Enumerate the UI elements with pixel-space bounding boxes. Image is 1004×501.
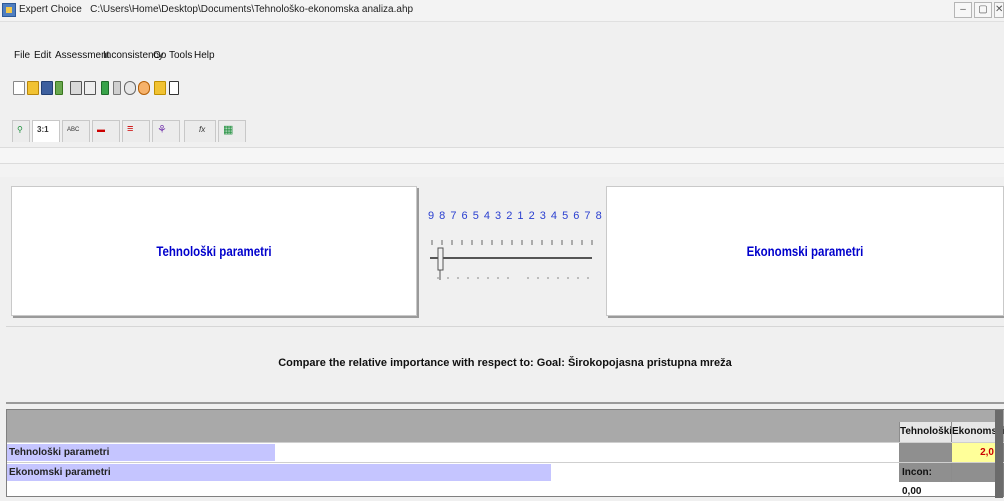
menu-assessment[interactable]: Assessment bbox=[55, 50, 109, 61]
menu-help[interactable]: Help bbox=[194, 50, 215, 61]
menu-bar: File Edit Assessment Inconsistency Go To… bbox=[0, 47, 1004, 67]
graphical-icon: ▬ bbox=[97, 125, 105, 134]
tab-bars[interactable]: ≡ bbox=[122, 120, 150, 142]
comparison-question: Compare the relative importance with res… bbox=[6, 357, 1004, 369]
tab-graphical[interactable]: ▬ bbox=[92, 120, 120, 142]
column-header-ekonomski[interactable]: Ekonomski bbox=[951, 422, 1004, 442]
node-icon: ⚲ bbox=[17, 125, 23, 134]
right-element-panel[interactable]: Ekonomski parametri bbox=[606, 186, 1004, 316]
tab-verbal[interactable]: ABC bbox=[62, 120, 90, 142]
close-button[interactable]: ✕ bbox=[994, 2, 1004, 18]
save-icon[interactable] bbox=[41, 81, 53, 95]
tab-numerical[interactable]: 3:1 bbox=[32, 120, 60, 142]
slider-ticks-bottom bbox=[437, 277, 589, 279]
comparison-matrix: Tehnološki Ekonomski Tehnološki parametr… bbox=[6, 409, 1004, 498]
assistant-icon[interactable] bbox=[138, 81, 150, 95]
window-title: Expert Choice C:\Users\Home\Desktop\Docu… bbox=[19, 4, 413, 15]
tools-icon[interactable] bbox=[124, 81, 136, 95]
app-name: Expert Choice bbox=[19, 4, 82, 15]
left-element-panel[interactable]: Tehnološki parametri bbox=[11, 186, 417, 316]
separator-band bbox=[0, 163, 1004, 177]
matrix-cell-diagonal bbox=[899, 443, 951, 462]
numerical-icon: 3:1 bbox=[37, 125, 49, 134]
comparison-question-area: Compare the relative importance with res… bbox=[6, 326, 1004, 404]
tree-icon: ⚘ bbox=[157, 124, 167, 136]
tab-grid[interactable]: ▦ bbox=[218, 120, 246, 142]
new-file-icon[interactable] bbox=[13, 81, 25, 95]
separator-band bbox=[0, 147, 1004, 163]
right-element-label: Ekonomski parametri bbox=[746, 243, 864, 259]
bars-icon: ≡ bbox=[127, 123, 134, 135]
print-icon[interactable] bbox=[70, 81, 82, 95]
inconsistency-readout: Incon: 0,00 bbox=[899, 463, 951, 497]
slider-ticks-top bbox=[431, 240, 593, 245]
matrix-row: Tehnološki parametri 2,0 bbox=[7, 442, 1004, 462]
menu-file[interactable]: File bbox=[14, 50, 30, 61]
menu-edit[interactable]: Edit bbox=[34, 50, 51, 61]
app-logo-icon bbox=[2, 3, 16, 17]
goal-name: Širokopojasna pristupna mreža bbox=[567, 357, 732, 369]
slider-thumb[interactable] bbox=[437, 247, 444, 280]
print-preview-icon[interactable] bbox=[84, 81, 96, 95]
left-element-label: Tehnološki parametri bbox=[156, 243, 272, 259]
arrow-icon[interactable] bbox=[169, 81, 179, 95]
minimize-icon: – bbox=[960, 4, 966, 15]
maximize-icon: ▢ bbox=[978, 4, 988, 15]
row-label[interactable]: Ekonomski parametri bbox=[7, 463, 111, 482]
tab-model[interactable]: ⚲ bbox=[12, 120, 30, 142]
title-bar: Expert Choice C:\Users\Home\Desktop\Docu… bbox=[0, 0, 1004, 22]
minimize-button[interactable]: – bbox=[954, 2, 972, 18]
matrix-cell-value[interactable]: 2,0 bbox=[951, 443, 997, 462]
slider-track[interactable] bbox=[430, 257, 592, 259]
sync-icon[interactable] bbox=[113, 81, 121, 95]
close-icon: ✕ bbox=[995, 4, 1004, 15]
goal-label: Goal: bbox=[536, 357, 565, 369]
tab-tree[interactable]: ⚘ bbox=[152, 120, 180, 142]
column-header-tehnoloski[interactable]: Tehnološki bbox=[899, 422, 952, 442]
matrix-cell-diagonal bbox=[951, 463, 997, 482]
formula-icon: fx bbox=[199, 125, 206, 134]
open-folder-icon[interactable] bbox=[27, 81, 39, 95]
grid-icon: ▦ bbox=[223, 124, 234, 136]
menu-go[interactable]: Go bbox=[153, 50, 166, 61]
hand-icon[interactable] bbox=[154, 81, 166, 95]
matrix-row: Ekonomski parametri Incon: 0,00 bbox=[7, 462, 1004, 497]
maximize-button[interactable]: ▢ bbox=[974, 2, 992, 18]
row-label[interactable]: Tehnološki parametri bbox=[7, 443, 109, 462]
title-spacer bbox=[0, 22, 1004, 47]
bar-chart-icon[interactable] bbox=[101, 81, 109, 95]
file-path: C:\Users\Home\Desktop\Documents\Tehnološ… bbox=[90, 4, 414, 15]
tab-formula[interactable]: fx bbox=[184, 120, 216, 142]
comparison-slider[interactable] bbox=[428, 236, 596, 286]
comparison-scale: 9 8 7 6 5 4 3 2 1 2 3 4 5 6 7 8 9 bbox=[428, 210, 614, 222]
pen-icon[interactable] bbox=[55, 81, 63, 95]
matrix-scrollbar[interactable] bbox=[995, 410, 1003, 498]
question-prefix: Compare the relative importance with res… bbox=[278, 357, 537, 369]
matrix-header: Tehnološki Ekonomski bbox=[7, 410, 1004, 442]
menu-tools[interactable]: Tools bbox=[169, 50, 192, 61]
verbal-icon: ABC bbox=[67, 127, 80, 133]
